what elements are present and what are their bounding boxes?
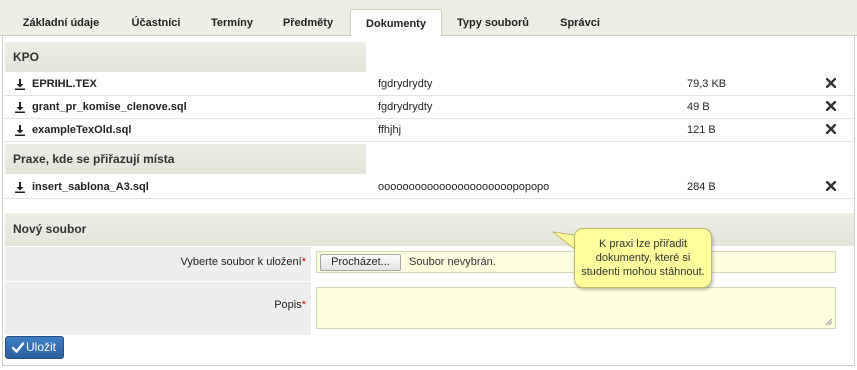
- save-label: Uložit: [26, 340, 57, 354]
- description-field-label: Popis*: [5, 282, 312, 335]
- delete-x-icon[interactable]: [826, 124, 836, 134]
- delete-x-icon[interactable]: [826, 101, 836, 111]
- file-description: oooooooooooooooooooooopopopo: [378, 181, 550, 193]
- delete-x-icon[interactable]: [826, 181, 836, 191]
- tab-documents[interactable]: Dokumenty: [350, 9, 442, 37]
- tab-basic-info[interactable]: Základní údaje: [9, 9, 113, 36]
- file-size: 49 B: [687, 101, 710, 113]
- tooltip-line: K praxi lze přiřadit: [598, 238, 688, 250]
- tab-bar: Základní údaje Účastníci Termíny Předmět…: [0, 0, 857, 37]
- file-row: insert_sablona_A3.sql oooooooooooooooooo…: [5, 176, 854, 199]
- resize-grip-icon[interactable]: [825, 318, 833, 326]
- file-size: 284 B: [687, 181, 716, 193]
- tab-participants[interactable]: Účastníci: [116, 9, 196, 36]
- description-field-cell: [311, 282, 852, 335]
- file-row: EPRIHL.TEX fgdrydrydty 79,3 KB: [5, 73, 854, 96]
- file-name[interactable]: insert_sablona_A3.sql: [32, 181, 149, 193]
- required-mark: *: [301, 299, 306, 311]
- file-row: exampleTexOld.sql ffhjhj 121 B: [5, 119, 854, 142]
- file-description: ffhjhj: [378, 124, 402, 136]
- required-mark: *: [301, 256, 306, 268]
- file-description: fgdrydrydty: [378, 78, 433, 90]
- check-icon: [12, 342, 24, 353]
- file-description: fgdrydrydty: [378, 101, 433, 113]
- group-header-kpo: KPO: [5, 42, 366, 72]
- help-tooltip: K praxi lze přiřadit dokumenty, které si…: [574, 228, 712, 288]
- tooltip-line: studenti mohou stáhnout.: [581, 266, 705, 278]
- download-icon[interactable]: [15, 102, 25, 113]
- file-name[interactable]: grant_pr_komise_clenove.sql: [32, 101, 187, 113]
- file-status-text: Soubor nevybrán.: [409, 256, 496, 268]
- description-textarea[interactable]: [316, 287, 836, 329]
- download-icon[interactable]: [15, 79, 25, 90]
- group-header-praxe: Praxe, kde se přiřazují místa: [5, 144, 366, 174]
- new-file-header: Nový soubor: [5, 213, 854, 246]
- browse-button[interactable]: Procházet...: [320, 254, 401, 271]
- download-icon[interactable]: [15, 125, 25, 136]
- tab-file-types[interactable]: Typy souborů: [442, 9, 544, 36]
- file-name[interactable]: EPRIHL.TEX: [32, 78, 97, 90]
- file-name[interactable]: exampleTexOld.sql: [32, 124, 131, 136]
- file-size: 121 B: [687, 124, 716, 136]
- description-label-text: Popis: [274, 299, 302, 311]
- tooltip-line: dokumenty, které si: [595, 252, 691, 264]
- tab-subjects[interactable]: Předměty: [268, 9, 348, 36]
- file-field-label-text: Vyberte soubor k uložení: [180, 256, 302, 268]
- download-icon[interactable]: [15, 182, 25, 193]
- file-row: grant_pr_komise_clenove.sql fgdrydrydty …: [5, 96, 854, 119]
- tab-admins[interactable]: Správci: [544, 9, 616, 36]
- delete-x-icon[interactable]: [826, 78, 836, 88]
- file-field-label: Vyberte soubor k uložení*: [5, 247, 312, 281]
- file-size: 79,3 KB: [687, 78, 727, 90]
- tab-terms[interactable]: Termíny: [196, 9, 268, 36]
- save-button[interactable]: Uložit: [5, 336, 64, 359]
